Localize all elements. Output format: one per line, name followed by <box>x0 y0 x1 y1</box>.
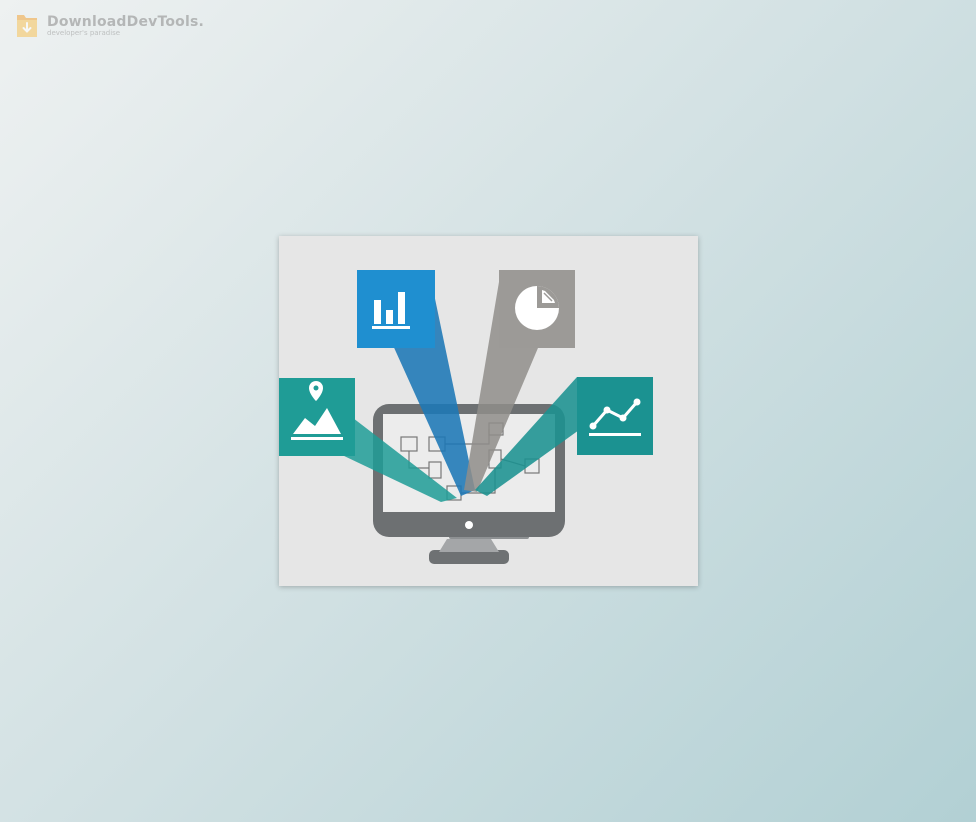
download-logo-icon <box>17 15 37 37</box>
pie-chart-icon <box>499 270 575 348</box>
watermark-subtitle: developer's paradise <box>47 29 121 37</box>
watermark: DownloadDevTools. developer's paradise <box>14 12 204 40</box>
line-chart-icon <box>577 377 653 455</box>
watermark-title: DownloadDevTools. <box>47 14 205 30</box>
illustration-card <box>279 236 698 586</box>
analytics-illustration <box>279 270 653 564</box>
bar-chart-icon <box>357 270 435 348</box>
map-location-icon <box>279 378 355 456</box>
